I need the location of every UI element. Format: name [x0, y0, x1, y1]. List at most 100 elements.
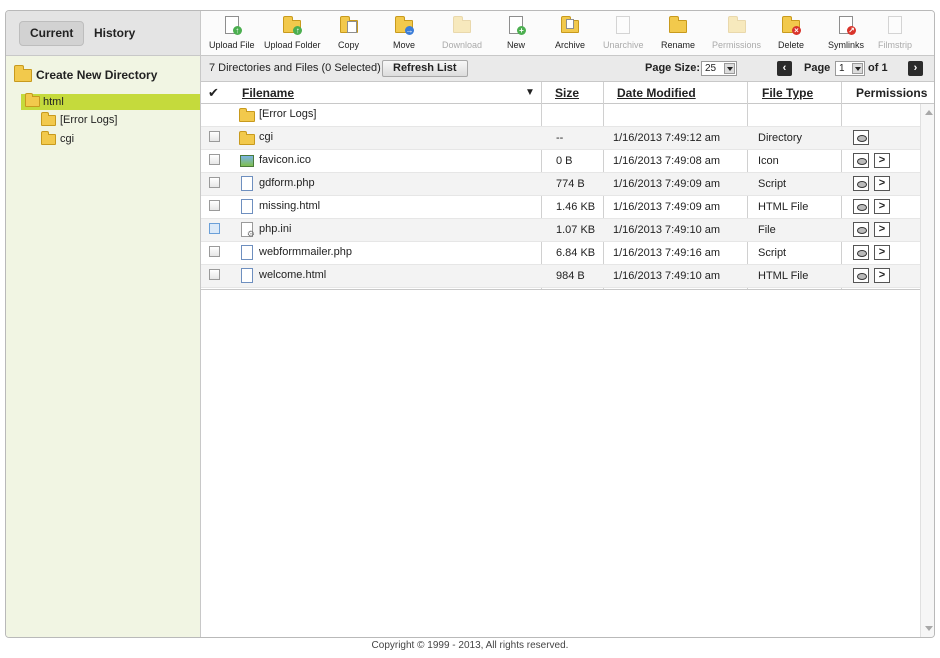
file-name[interactable]: favicon.ico: [259, 154, 311, 166]
file-date-modified: 1/16/2013 7:49:12 am: [613, 132, 721, 144]
upload-file-button[interactable]: ↑ Upload File: [209, 15, 255, 50]
table-row[interactable]: welcome.html 984 B 1/16/2013 7:49:10 am …: [201, 265, 921, 288]
file-name[interactable]: welcome.html: [259, 269, 326, 281]
file-type: Script: [758, 178, 787, 190]
file-size: --: [556, 132, 564, 144]
directory-tree-panel: Create New Directory html [Error Logs] c…: [6, 56, 201, 637]
table-row[interactable]: cgi -- 1/16/2013 7:49:12 am Directory: [201, 127, 921, 150]
toolbar: ↑ Upload File ↑ Upload Folder Copy → Mov…: [201, 11, 934, 56]
row-checkbox[interactable]: [209, 131, 220, 142]
file-name[interactable]: cgi: [259, 131, 273, 143]
download-label: Download: [442, 40, 483, 50]
table-bottom-border: [201, 289, 921, 290]
upload-folder-button[interactable]: ↑ Upload Folder: [264, 15, 321, 50]
file-date-modified: 1/16/2013 7:49:09 am: [613, 201, 721, 213]
file-name[interactable]: gdform.php: [259, 177, 315, 189]
unarchive-icon: [613, 15, 633, 37]
page-size-value: 25: [705, 63, 717, 74]
table-row[interactable]: gdform.php 774 B 1/16/2013 7:49:09 am Sc…: [201, 173, 921, 196]
move-button[interactable]: → Move: [393, 15, 415, 50]
file-size: 984 B: [556, 270, 585, 282]
edit-icon[interactable]: >: [874, 268, 890, 283]
folder-up-icon: [239, 107, 255, 123]
download-button[interactable]: Download: [442, 15, 482, 50]
tree-item-label: cgi: [60, 133, 75, 145]
delete-button[interactable]: × Delete: [778, 15, 804, 50]
column-header-file-type[interactable]: File Type: [762, 82, 813, 104]
file-date-modified: 1/16/2013 7:49:10 am: [613, 224, 721, 236]
symlinks-button[interactable]: ↗ Symlinks: [828, 15, 864, 50]
file-size: 6.84 KB: [556, 247, 596, 259]
file-name[interactable]: [Error Logs]: [259, 108, 316, 120]
file-date-modified: 1/16/2013 7:49:16 am: [613, 247, 721, 259]
copyright-footer: Copyright © 1999 - 2013, All rights rese…: [371, 640, 569, 651]
previous-page-button[interactable]: ‹: [777, 61, 792, 76]
row-checkbox[interactable]: [209, 200, 220, 211]
file-name[interactable]: missing.html: [259, 200, 320, 212]
table-row[interactable]: missing.html 1.46 KB 1/16/2013 7:49:09 a…: [201, 196, 921, 219]
view-icon[interactable]: [853, 130, 869, 145]
tab-current[interactable]: Current: [19, 21, 85, 46]
edit-icon[interactable]: >: [874, 176, 890, 191]
view-icon[interactable]: [853, 199, 869, 214]
row-checkbox[interactable]: [209, 154, 220, 165]
list-status-bar: 7 Directories and Files (0 Selected) Ref…: [201, 56, 934, 82]
page-size-select[interactable]: 25: [701, 61, 737, 76]
unarchive-button[interactable]: Unarchive: [603, 15, 644, 50]
tree-item-html[interactable]: html: [21, 93, 200, 110]
column-header-size[interactable]: Size: [555, 82, 579, 104]
view-icon[interactable]: [853, 268, 869, 283]
column-header-date-modified[interactable]: Date Modified: [617, 82, 696, 104]
scroll-down-icon[interactable]: [925, 626, 933, 631]
filmstrip-icon: [885, 15, 905, 37]
file-manager-window: Current History ↑ Upload File ↑ Upload F…: [5, 10, 935, 638]
row-checkbox[interactable]: [209, 269, 220, 280]
file-name[interactable]: webformmailer.php: [259, 246, 352, 258]
page-number-select[interactable]: 1: [835, 61, 865, 76]
view-icon[interactable]: [853, 222, 869, 237]
create-new-directory-button[interactable]: Create New Directory: [14, 65, 158, 84]
view-icon[interactable]: [853, 176, 869, 191]
table-row[interactable]: php.ini 1.07 KB 1/16/2013 7:49:10 am Fil…: [201, 219, 921, 242]
refresh-list-button[interactable]: Refresh List: [382, 60, 468, 77]
edit-icon[interactable]: >: [874, 153, 890, 168]
select-all-checkmark-icon[interactable]: ✔: [208, 82, 219, 104]
file-type: HTML File: [758, 201, 809, 213]
rename-button[interactable]: Rename: [661, 15, 695, 50]
table-row[interactable]: webformmailer.php 6.84 KB 1/16/2013 7:49…: [201, 242, 921, 265]
archive-label: Archive: [555, 40, 586, 50]
delete-icon: ×: [781, 15, 801, 37]
edit-icon[interactable]: >: [874, 245, 890, 260]
tab-history[interactable]: History: [84, 21, 145, 46]
new-label: New: [506, 40, 525, 50]
table-row[interactable]: [Error Logs]: [201, 104, 921, 127]
file-name[interactable]: php.ini: [259, 223, 291, 235]
file-type: File: [758, 224, 776, 236]
table-row[interactable]: favicon.ico 0 B 1/16/2013 7:49:08 am Ico…: [201, 150, 921, 173]
tree-item-cgi[interactable]: cgi: [40, 131, 74, 147]
page-count-label: of 1: [868, 62, 888, 74]
edit-icon[interactable]: >: [874, 199, 890, 214]
row-checkbox[interactable]: [209, 246, 220, 257]
file-size: 0 B: [556, 155, 573, 167]
file-list-scrollbar[interactable]: [920, 104, 934, 637]
copy-button[interactable]: Copy: [338, 15, 359, 50]
permissions-button[interactable]: Permissions: [712, 15, 761, 50]
create-new-directory-label: Create New Directory: [36, 68, 158, 82]
column-header-filename[interactable]: Filename: [242, 82, 294, 104]
tree-item-error-logs[interactable]: [Error Logs]: [40, 112, 117, 128]
row-checkbox[interactable]: [209, 223, 220, 234]
filmstrip-button[interactable]: Filmstrip: [878, 15, 912, 50]
folder-icon: [41, 131, 56, 145]
archive-button[interactable]: Archive: [555, 15, 585, 50]
edit-icon[interactable]: >: [874, 222, 890, 237]
new-button[interactable]: + New: [506, 15, 526, 50]
view-icon[interactable]: [853, 153, 869, 168]
view-icon[interactable]: [853, 245, 869, 260]
script-file-icon: [239, 176, 255, 192]
next-page-button[interactable]: ›: [908, 61, 923, 76]
row-checkbox[interactable]: [209, 177, 220, 188]
scroll-up-icon[interactable]: [925, 110, 933, 115]
sort-desc-icon[interactable]: ▼: [525, 82, 535, 104]
move-label: Move: [393, 40, 416, 50]
